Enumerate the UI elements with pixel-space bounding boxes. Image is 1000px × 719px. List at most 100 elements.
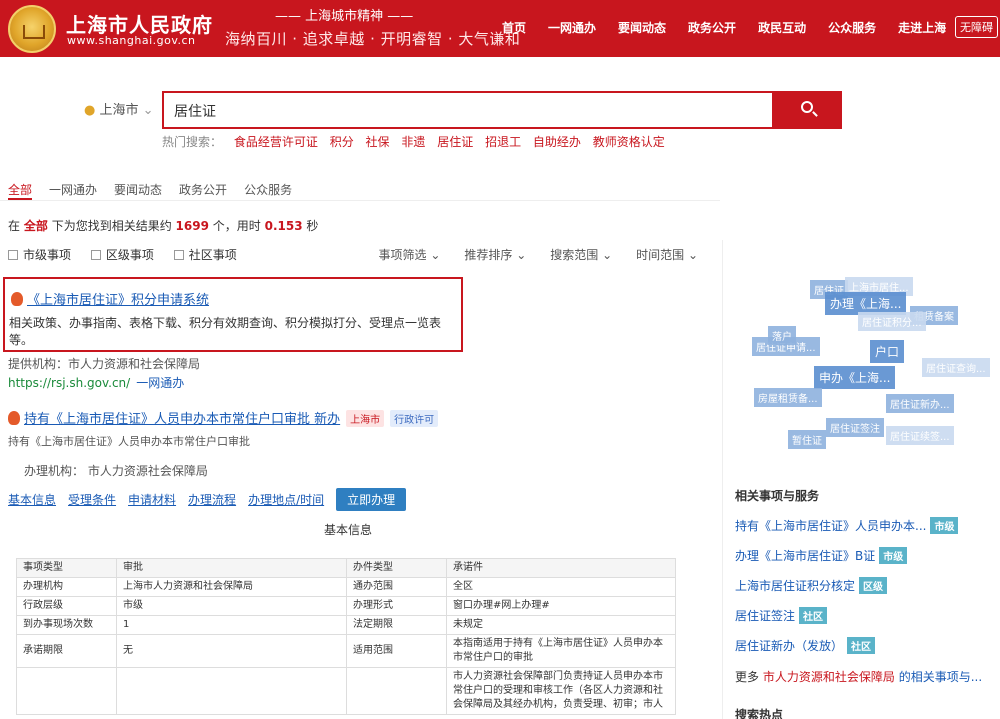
level-badge: 市级 bbox=[930, 517, 959, 534]
hot-term[interactable]: 食品经营许可证 bbox=[234, 135, 318, 149]
nav-home[interactable]: 首页 bbox=[502, 19, 526, 36]
cloud-tag[interactable]: 暂住证 bbox=[788, 430, 826, 449]
table-cell: 办件类型 bbox=[346, 558, 447, 578]
table-cell bbox=[116, 667, 347, 715]
table-cell: 本指南适用于持有《上海市居住证》人员申办本市常住户口的审批 bbox=[446, 634, 676, 668]
link-location-time[interactable]: 办理地点/时间 bbox=[248, 491, 324, 508]
hot-term[interactable]: 非遗 bbox=[401, 135, 425, 149]
hot-flame-icon bbox=[11, 292, 23, 306]
location-pin-icon: ● bbox=[84, 103, 96, 118]
result2-links: 基本信息 受理条件 申请材料 办理流程 办理地点/时间 立即办理 bbox=[8, 488, 407, 511]
filter-district[interactable]: 区级事项 bbox=[90, 248, 154, 262]
cloud-tag[interactable]: 房屋租赁备... bbox=[754, 388, 822, 407]
table-cell: 到办事现场次数 bbox=[16, 615, 117, 635]
nav-interaction[interactable]: 政民互动 bbox=[758, 19, 806, 36]
search-button[interactable] bbox=[774, 91, 842, 129]
nav-online-service[interactable]: 一网通办 bbox=[548, 19, 596, 36]
slogan-heading: —— 上海城市精神 —— bbox=[275, 9, 414, 24]
related-item[interactable]: 居住证新办（发放） 社区 bbox=[735, 637, 876, 654]
accessibility-button[interactable]: 无障碍 bbox=[955, 16, 998, 38]
permit-tag: 行政许可 bbox=[390, 410, 439, 427]
result2-subtitle: 持有《上海市居住证》人员申办本市常住户口审批 bbox=[8, 435, 250, 448]
cloud-tag[interactable]: 居住证续签... bbox=[886, 426, 954, 445]
hot-term[interactable]: 积分 bbox=[330, 135, 354, 149]
related-item[interactable]: 办理《上海市居住证》B证 市级 bbox=[735, 547, 908, 564]
table-cell: 市人力资源社会保障部门负责持证人员申办本市常住户口的受理和审核工作（各区人力资源… bbox=[446, 667, 676, 715]
related-item[interactable]: 持有《上海市居住证》人员申办本... 市级 bbox=[735, 517, 959, 534]
tab-all[interactable]: 全部 bbox=[8, 175, 33, 200]
table-cell: 承诺期限 bbox=[16, 634, 117, 668]
cloud-tag[interactable]: 户口 bbox=[870, 340, 905, 363]
location-selector[interactable]: ● 上海市 ⌄ bbox=[84, 99, 154, 118]
nav-news[interactable]: 要闻动态 bbox=[618, 19, 666, 36]
nav-about-shanghai[interactable]: 走进上海 bbox=[898, 19, 946, 36]
sort-item-filter[interactable]: 事项筛选 ⌄ bbox=[379, 246, 441, 263]
tab-online-service[interactable]: 一网通办 bbox=[49, 175, 97, 200]
link-process[interactable]: 办理流程 bbox=[188, 491, 236, 508]
more-related-link[interactable]: 更多 市人力资源和社会保障局 的相关事项与... bbox=[735, 668, 982, 685]
search-area: ● 上海市 ⌄ 居住证 热门搜索： 食品经营许可证 积分 社保 非遗 居住证 招… bbox=[0, 57, 1000, 172]
related-item[interactable]: 上海市居住证积分核定 区级 bbox=[735, 577, 888, 594]
count-unit: 个，用时 bbox=[212, 219, 261, 233]
table-cell: 审批 bbox=[116, 558, 347, 578]
link-basic-info[interactable]: 基本信息 bbox=[8, 491, 56, 508]
related-item[interactable]: 居住证签注 社区 bbox=[735, 607, 828, 624]
table-cell: 法定期限 bbox=[346, 615, 447, 635]
government-emblem-icon[interactable] bbox=[8, 5, 56, 53]
table-cell: 窗口办理#网上办理# bbox=[446, 596, 676, 616]
cloud-tag[interactable]: 居住证签注 bbox=[826, 418, 884, 437]
count-time: 0.153 bbox=[264, 219, 303, 233]
hot-term[interactable]: 教师资格认定 bbox=[593, 135, 665, 149]
table-cell bbox=[16, 667, 117, 715]
table-cell: 通办范围 bbox=[346, 577, 447, 597]
result-highlighted: 《上海市居住证》积分申请系统 相关政策、办事指南、表格下载、积分有效期查询、积分… bbox=[3, 277, 463, 352]
link-conditions[interactable]: 受理条件 bbox=[68, 491, 116, 508]
result-title-link[interactable]: 《上海市居住证》积分申请系统 bbox=[11, 289, 209, 308]
hot-search-heading: 搜索热点 bbox=[735, 708, 784, 719]
site-header: 上海市人民政府 www.shanghai.gov.cn —— 上海城市精神 ——… bbox=[0, 0, 1000, 57]
result-url-tag[interactable]: 一网通办 bbox=[136, 376, 184, 390]
nav-public-service[interactable]: 公众服务 bbox=[828, 19, 876, 36]
result-description: 相关政策、办事指南、表格下载、积分有效期查询、积分模拟打分、受理点一览表等。 bbox=[9, 316, 442, 347]
result2-title-link[interactable]: 持有《上海市居住证》人员申办本市常住户口审批 新办 上海市 行政许可 bbox=[8, 408, 439, 427]
chevron-down-icon: ⌄ bbox=[142, 103, 154, 118]
cloud-tag[interactable]: 居住证查询... bbox=[922, 358, 990, 377]
apply-now-button[interactable]: 立即办理 bbox=[336, 488, 407, 511]
cloud-tag[interactable]: 申办《上海... bbox=[814, 366, 896, 389]
sort-item-time[interactable]: 时间范围 ⌄ bbox=[636, 246, 698, 263]
hot-term[interactable]: 自助经办 bbox=[533, 135, 581, 149]
search-input[interactable]: 居住证 bbox=[162, 91, 774, 129]
tab-public-service[interactable]: 公众服务 bbox=[244, 175, 292, 200]
filter-city[interactable]: 市级事项 bbox=[8, 248, 71, 262]
hot-term[interactable]: 招退工 bbox=[485, 135, 521, 149]
table-cell: 行政层级 bbox=[16, 596, 117, 616]
basic-info-heading: 基本信息 bbox=[324, 523, 373, 537]
sort-item-order[interactable]: 推荐排序 ⌄ bbox=[464, 246, 526, 263]
related-item-text: 持有《上海市居住证》人员申办本... bbox=[735, 519, 927, 533]
hot-flame-icon bbox=[8, 411, 20, 425]
sort-item-scope[interactable]: 搜索范围 ⌄ bbox=[550, 246, 612, 263]
cloud-tag[interactable]: 居住证新办... bbox=[886, 394, 954, 413]
table-cell: 未规定 bbox=[446, 615, 676, 635]
cloud-tag[interactable]: 居住证积分... bbox=[858, 312, 926, 331]
main-nav: 首页 一网通办 要闻动态 政务公开 政民互动 公众服务 走进上海 bbox=[502, 19, 968, 36]
filter-label: 区级事项 bbox=[105, 248, 154, 262]
tab-gov-affairs[interactable]: 政务公开 bbox=[179, 175, 227, 200]
tab-news[interactable]: 要闻动态 bbox=[114, 175, 162, 200]
level-badge: 社区 bbox=[847, 637, 876, 654]
link-materials[interactable]: 申请材料 bbox=[128, 491, 176, 508]
filter-label: 社区事项 bbox=[188, 248, 237, 262]
level-badge: 市级 bbox=[879, 547, 908, 564]
filter-community[interactable]: 社区事项 bbox=[173, 248, 237, 262]
more-org: 市人力资源和社会保障局 bbox=[762, 670, 895, 684]
nav-gov-affairs[interactable]: 政务公开 bbox=[688, 19, 736, 36]
hot-search-label: 热门搜索： bbox=[162, 135, 223, 149]
info-table: 事项类型 审批 办件类型 承诺件 办理机构 上海市人力资源和社会保障局 通办范围… bbox=[16, 558, 676, 715]
hot-term[interactable]: 居住证 bbox=[437, 135, 473, 149]
count-prefix: 在 bbox=[8, 219, 21, 233]
result-url[interactable]: https://rsj.sh.gov.cn/一网通办 bbox=[8, 374, 184, 391]
sort-options: 事项筛选 ⌄ 推荐排序 ⌄ 搜索范围 ⌄ 时间范围 ⌄ bbox=[355, 246, 699, 263]
checkbox-icon bbox=[8, 250, 18, 260]
hot-term[interactable]: 社保 bbox=[366, 135, 390, 149]
cloud-tag[interactable]: 落户 bbox=[768, 326, 796, 345]
